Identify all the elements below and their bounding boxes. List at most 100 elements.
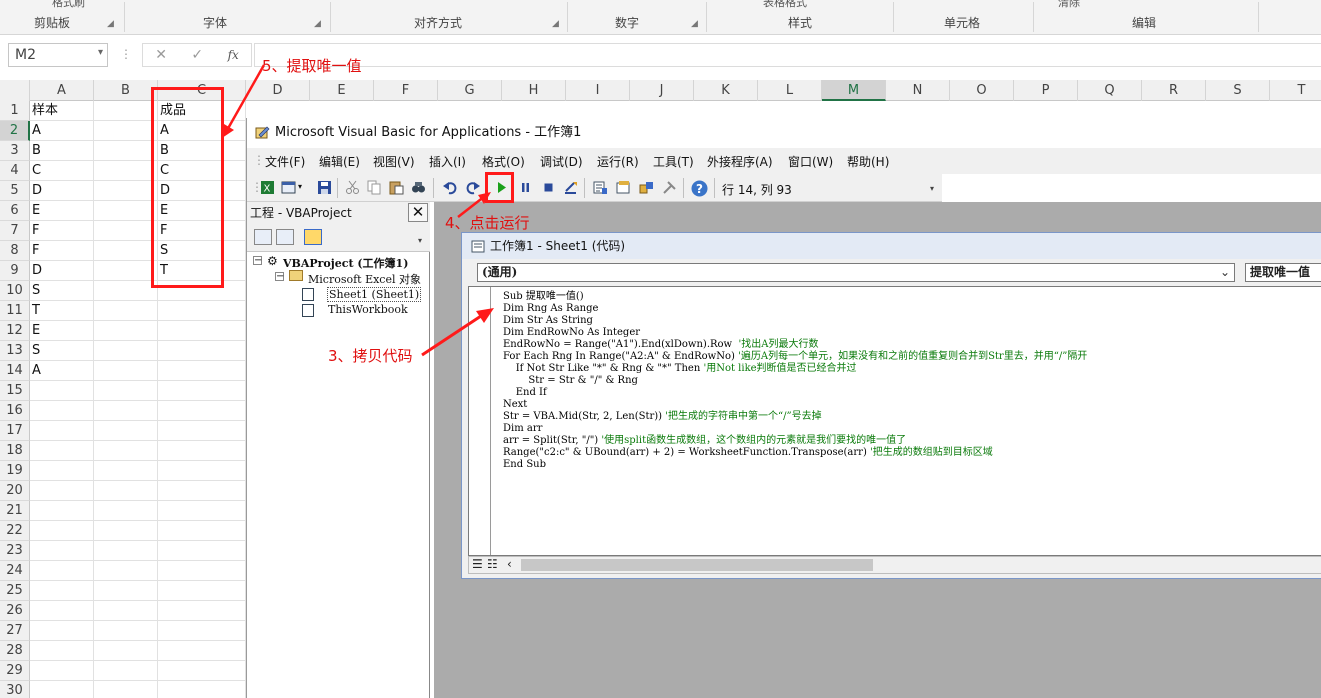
cell-a19[interactable] [30, 461, 94, 481]
number-launcher-icon[interactable]: ◢ [691, 19, 698, 29]
break-icon[interactable] [518, 180, 533, 195]
row-header-28[interactable]: 28 [0, 641, 30, 661]
toolbox-icon[interactable] [662, 180, 677, 195]
column-header-l[interactable]: L [758, 80, 822, 101]
scrollbar-thumb[interactable] [521, 559, 873, 571]
cell-b3[interactable] [94, 141, 158, 161]
menu-item-8[interactable]: 外接程序(A) [707, 153, 773, 170]
cell-a11[interactable]: T [30, 301, 94, 321]
column-header-i[interactable]: I [566, 80, 630, 101]
row-header-15[interactable]: 15 [0, 381, 30, 401]
cell-c19[interactable] [158, 461, 246, 481]
cell-a13[interactable]: S [30, 341, 94, 361]
cell-c23[interactable] [158, 541, 246, 561]
name-box[interactable]: M2 ▾ [8, 43, 108, 67]
cell-a5[interactable]: D [30, 181, 94, 201]
row-header-10[interactable]: 10 [0, 281, 30, 301]
cell-a2[interactable]: A [30, 121, 94, 141]
menu-item-6[interactable]: 运行(R) [597, 153, 639, 170]
code-line[interactable]: Str = Str & "/" & Rng [503, 375, 1087, 387]
column-header-q[interactable]: Q [1078, 80, 1142, 101]
design-mode-icon[interactable] [563, 180, 578, 195]
cell-b26[interactable] [94, 601, 158, 621]
row-header-14[interactable]: 14 [0, 361, 30, 381]
cell-b8[interactable] [94, 241, 158, 261]
cell-b17[interactable] [94, 421, 158, 441]
cell-a17[interactable] [30, 421, 94, 441]
row-header-26[interactable]: 26 [0, 601, 30, 621]
column-header-r[interactable]: R [1142, 80, 1206, 101]
column-header-f[interactable]: F [374, 80, 438, 101]
insert-dropdown-icon[interactable]: ▾ [298, 182, 302, 191]
menu-item-0[interactable]: 文件(F) [265, 153, 305, 170]
row-header-5[interactable]: 5 [0, 181, 30, 201]
font-launcher-icon[interactable]: ◢ [314, 19, 321, 29]
cell-b7[interactable] [94, 221, 158, 241]
collapse-icon[interactable]: − [253, 256, 262, 266]
cell-b14[interactable] [94, 361, 158, 381]
column-header-b[interactable]: B [94, 80, 158, 101]
cell-a28[interactable] [30, 641, 94, 661]
cell-c14[interactable] [158, 361, 246, 381]
row-header-29[interactable]: 29 [0, 661, 30, 681]
row-header-12[interactable]: 12 [0, 321, 30, 341]
cell-a8[interactable]: F [30, 241, 94, 261]
cell-a27[interactable] [30, 621, 94, 641]
row-header-17[interactable]: 17 [0, 421, 30, 441]
insert-userform-icon[interactable] [281, 180, 296, 195]
row-header-4[interactable]: 4 [0, 161, 30, 181]
clear-partial[interactable]: 清除 [1058, 0, 1080, 10]
help-icon[interactable]: ? [691, 180, 708, 197]
row-header-21[interactable]: 21 [0, 501, 30, 521]
cell-b20[interactable] [94, 481, 158, 501]
column-header-k[interactable]: K [694, 80, 758, 101]
cut-icon[interactable] [345, 180, 360, 195]
cell-b1[interactable] [94, 101, 158, 121]
cell-c25[interactable] [158, 581, 246, 601]
code-line[interactable]: Str = VBA.Mid(Str, 2, Len(Str)) '把生成的字符串… [503, 411, 1087, 423]
cell-c17[interactable] [158, 421, 246, 441]
code-line[interactable]: End If [503, 387, 1087, 399]
code-line[interactable]: EndRowNo = Range("A1").End(xlDown).Row '… [503, 339, 1087, 351]
code-line[interactable]: Dim Str As String [503, 315, 1087, 327]
menu-item-5[interactable]: 调试(D) [540, 153, 583, 170]
cell-a26[interactable] [30, 601, 94, 621]
cell-a14[interactable]: A [30, 361, 94, 381]
row-header-20[interactable]: 20 [0, 481, 30, 501]
toolbar-options-icon[interactable]: ▾ [418, 236, 422, 245]
code-text[interactable]: Sub 提取唯一值() Dim Rng As Range Dim Str As St… [503, 291, 1087, 471]
row-header-6[interactable]: 6 [0, 201, 30, 221]
tree-item-thisworkbook[interactable]: ThisWorkbook [328, 303, 408, 316]
full-module-view-icon[interactable]: ☷ [487, 557, 498, 571]
cell-b5[interactable] [94, 181, 158, 201]
row-header-11[interactable]: 11 [0, 301, 30, 321]
cell-c30[interactable] [158, 681, 246, 698]
cell-b10[interactable] [94, 281, 158, 301]
cell-b30[interactable] [94, 681, 158, 698]
tree-folder[interactable]: Microsoft Excel 对象 [308, 271, 421, 287]
code-line[interactable]: Dim arr [503, 423, 1087, 435]
menu-item-2[interactable]: 视图(V) [373, 153, 415, 170]
cell-b21[interactable] [94, 501, 158, 521]
cell-b15[interactable] [94, 381, 158, 401]
procedure-view-icon[interactable]: ☰ [472, 557, 483, 571]
find-icon[interactable] [411, 180, 426, 195]
column-header-a[interactable]: A [30, 80, 94, 101]
cell-a24[interactable] [30, 561, 94, 581]
column-header-e[interactable]: E [310, 80, 374, 101]
menu-item-9[interactable]: 窗口(W) [788, 153, 833, 170]
cell-c29[interactable] [158, 661, 246, 681]
chevron-down-icon[interactable]: ▾ [98, 47, 103, 58]
code-line[interactable]: Sub 提取唯一值() [503, 291, 1087, 303]
menu-item-3[interactable]: 插入(I) [429, 153, 466, 170]
cell-c16[interactable] [158, 401, 246, 421]
horizontal-scrollbar[interactable]: ☰ ☷ ‹ [468, 556, 1321, 574]
cell-b13[interactable] [94, 341, 158, 361]
properties-window-icon[interactable] [616, 180, 631, 195]
cell-b16[interactable] [94, 401, 158, 421]
cell-c21[interactable] [158, 501, 246, 521]
cell-a20[interactable] [30, 481, 94, 501]
collapse-icon[interactable]: − [275, 272, 284, 282]
select-all-corner[interactable] [0, 80, 30, 101]
cell-c13[interactable] [158, 341, 246, 361]
